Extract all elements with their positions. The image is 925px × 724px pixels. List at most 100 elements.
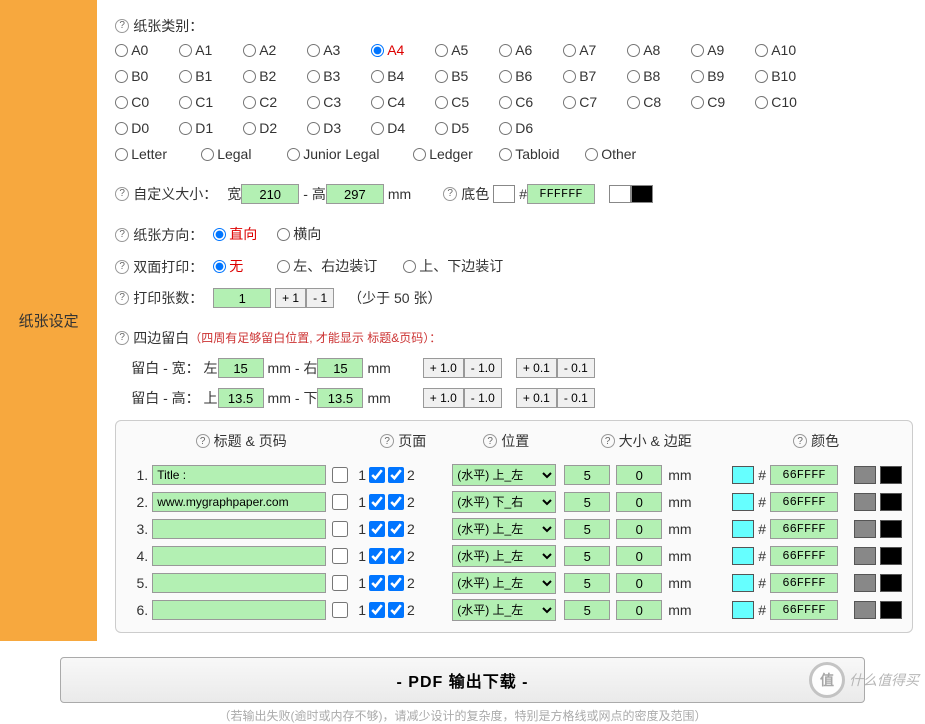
title-enable-checkbox[interactable] — [332, 494, 348, 510]
paper-size-other[interactable]: Other — [585, 142, 655, 166]
position-select[interactable]: (水平) 上_左 — [452, 518, 556, 540]
title-enable-checkbox[interactable] — [332, 521, 348, 537]
color-swatch-2[interactable] — [854, 574, 876, 592]
paper-size-d1[interactable]: D1 — [179, 116, 227, 140]
size-input[interactable] — [564, 519, 610, 539]
size-input[interactable] — [564, 600, 610, 620]
margin-input[interactable] — [616, 546, 662, 566]
paper-size-ledger[interactable]: Ledger — [413, 142, 483, 166]
mh-plus01-button[interactable]: + 0.1 — [516, 388, 557, 408]
paper-size-c6[interactable]: C6 — [499, 90, 547, 114]
paper-size-tabloid[interactable]: Tabloid — [499, 142, 569, 166]
title-input[interactable] — [152, 546, 326, 566]
paper-size-d0[interactable]: D0 — [115, 116, 163, 140]
position-select[interactable]: (水平) 上_左 — [452, 464, 556, 486]
size-input[interactable] — [564, 465, 610, 485]
help-icon[interactable]: ? — [115, 228, 129, 242]
mw-plus1-button[interactable]: + 1.0 — [423, 358, 464, 378]
margin-input[interactable] — [616, 465, 662, 485]
paper-size-c8[interactable]: C8 — [627, 90, 675, 114]
title-enable-checkbox[interactable] — [332, 602, 348, 618]
help-icon[interactable]: ? — [196, 434, 210, 448]
duplex-tb[interactable]: 上、下边装订 — [403, 254, 513, 278]
paper-size-d5[interactable]: D5 — [435, 116, 483, 140]
title-input[interactable] — [152, 600, 326, 620]
color-swatch-3[interactable] — [880, 466, 902, 484]
page2-checkbox[interactable] — [388, 548, 404, 564]
margin-left-input[interactable] — [218, 358, 264, 378]
help-icon[interactable]: ? — [483, 434, 497, 448]
color-swatch-1[interactable] — [732, 547, 754, 565]
page2-checkbox[interactable] — [388, 575, 404, 591]
paper-size-a4[interactable]: A4 — [371, 38, 419, 62]
paper-size-a9[interactable]: A9 — [691, 38, 739, 62]
title-enable-checkbox[interactable] — [332, 575, 348, 591]
paper-size-a5[interactable]: A5 — [435, 38, 483, 62]
color-swatch-2[interactable] — [854, 466, 876, 484]
size-input[interactable] — [564, 492, 610, 512]
margin-right-input[interactable] — [317, 358, 363, 378]
mh-plus1-button[interactable]: + 1.0 — [423, 388, 464, 408]
color-swatch-1[interactable] — [732, 520, 754, 538]
mw-minus1-button[interactable]: - 1.0 — [464, 358, 502, 378]
paper-size-b6[interactable]: B6 — [499, 64, 547, 88]
color-hex-input[interactable] — [770, 546, 838, 566]
color-swatch-3[interactable] — [880, 547, 902, 565]
count-plus-button[interactable]: + 1 — [275, 288, 306, 308]
color-swatch-1[interactable] — [732, 574, 754, 592]
bgcolor-swatch-white[interactable] — [609, 185, 631, 203]
custom-width-input[interactable] — [241, 184, 299, 204]
help-icon[interactable]: ? — [115, 291, 129, 305]
paper-size-c1[interactable]: C1 — [179, 90, 227, 114]
color-swatch-1[interactable] — [732, 601, 754, 619]
paper-size-d6[interactable]: D6 — [499, 116, 547, 140]
title-enable-checkbox[interactable] — [332, 548, 348, 564]
help-icon[interactable]: ? — [793, 434, 807, 448]
paper-size-d4[interactable]: D4 — [371, 116, 419, 140]
color-hex-input[interactable] — [770, 600, 838, 620]
size-input[interactable] — [564, 573, 610, 593]
paper-size-a6[interactable]: A6 — [499, 38, 547, 62]
paper-size-legal[interactable]: Legal — [201, 142, 271, 166]
color-hex-input[interactable] — [770, 465, 838, 485]
color-swatch-3[interactable] — [880, 601, 902, 619]
paper-size-c7[interactable]: C7 — [563, 90, 611, 114]
paper-size-junior-legal[interactable]: Junior Legal — [287, 142, 397, 166]
paper-size-a2[interactable]: A2 — [243, 38, 291, 62]
bgcolor-hex-input[interactable] — [527, 184, 595, 204]
position-select[interactable]: (水平) 上_左 — [452, 572, 556, 594]
paper-size-a8[interactable]: A8 — [627, 38, 675, 62]
page2-checkbox[interactable] — [388, 602, 404, 618]
paper-size-b2[interactable]: B2 — [243, 64, 291, 88]
paper-size-b0[interactable]: B0 — [115, 64, 163, 88]
mh-minus1-button[interactable]: - 1.0 — [464, 388, 502, 408]
color-swatch-3[interactable] — [880, 493, 902, 511]
color-swatch-2[interactable] — [854, 493, 876, 511]
page2-checkbox[interactable] — [388, 521, 404, 537]
help-icon[interactable]: ? — [115, 260, 129, 274]
title-input[interactable] — [152, 519, 326, 539]
orientation-portrait[interactable]: 直向 — [213, 222, 261, 246]
paper-size-a10[interactable]: A10 — [755, 38, 803, 62]
paper-size-b1[interactable]: B1 — [179, 64, 227, 88]
paper-size-b10[interactable]: B10 — [755, 64, 803, 88]
paper-size-d3[interactable]: D3 — [307, 116, 355, 140]
color-hex-input[interactable] — [770, 573, 838, 593]
paper-size-b5[interactable]: B5 — [435, 64, 483, 88]
duplex-lr[interactable]: 左、右边装订 — [277, 254, 387, 278]
position-select[interactable]: (水平) 下_右 — [452, 491, 556, 513]
color-swatch-2[interactable] — [854, 547, 876, 565]
paper-size-c5[interactable]: C5 — [435, 90, 483, 114]
bgcolor-swatch-main[interactable] — [493, 185, 515, 203]
duplex-none[interactable]: 无 — [213, 254, 261, 278]
page1-checkbox[interactable] — [369, 521, 385, 537]
paper-size-c0[interactable]: C0 — [115, 90, 163, 114]
position-select[interactable]: (水平) 上_左 — [452, 545, 556, 567]
bgcolor-swatch-black[interactable] — [631, 185, 653, 203]
help-icon[interactable]: ? — [115, 19, 129, 33]
title-input[interactable] — [152, 465, 326, 485]
page1-checkbox[interactable] — [369, 494, 385, 510]
print-count-input[interactable] — [213, 288, 271, 308]
color-swatch-2[interactable] — [854, 520, 876, 538]
page2-checkbox[interactable] — [388, 467, 404, 483]
